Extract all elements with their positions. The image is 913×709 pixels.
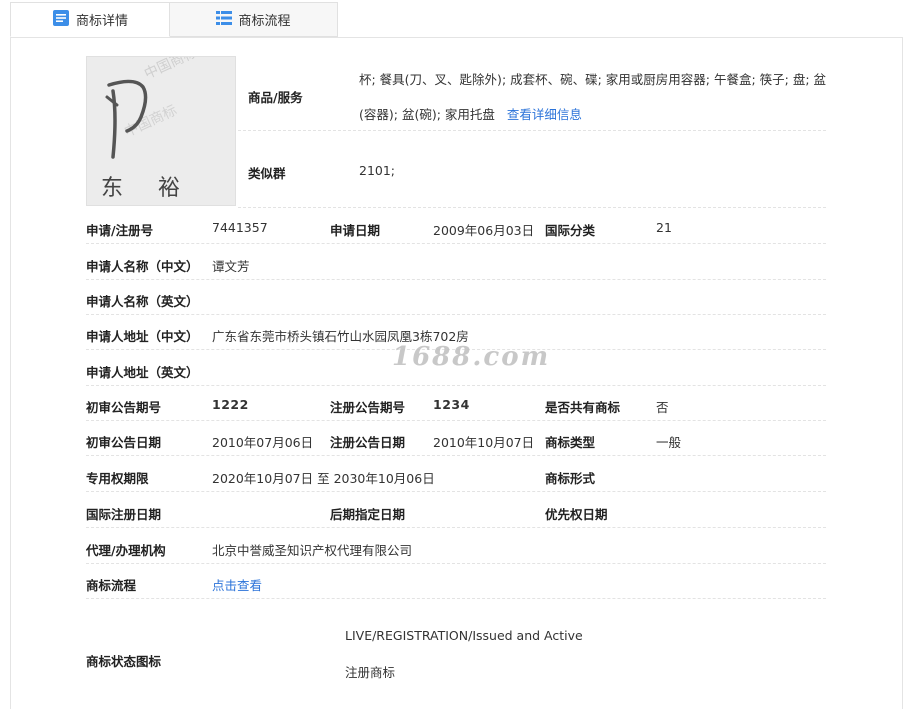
divider [86, 385, 826, 386]
similar-group-value: 2101; [359, 163, 396, 178]
similar-group-label: 类似群 [248, 166, 286, 181]
goods-label: 商品/服务 [248, 90, 303, 105]
later-designation-label: 后期指定日期 [330, 507, 406, 522]
shared-label: 是否共有商标 [545, 400, 621, 415]
view-details-link[interactable]: 查看详细信息 [507, 107, 582, 122]
divider [86, 491, 826, 492]
goods-text: (容器); 盆(碗); 家用托盘 [359, 107, 495, 122]
tm-type-label: 商标类型 [545, 435, 596, 450]
address-cn-label: 申请人地址（中文） [86, 329, 199, 344]
app-date-label: 申请日期 [330, 223, 381, 238]
flow-label: 商标流程 [86, 578, 137, 593]
goods-value-line2: (容器); 盆(碗); 家用托盘 查看详细信息 [359, 104, 582, 123]
exclusive-period-label: 专用权期限 [86, 471, 149, 486]
intl-class-value: 21 [656, 220, 672, 235]
agency-value: 北京中誉威圣知识产权代理有限公司 [212, 543, 413, 558]
prelim-no-label: 初审公告期号 [86, 400, 162, 415]
divider [86, 563, 826, 564]
tab-label: 商标详情 [75, 14, 128, 29]
reg-notice-no-label: 注册公告期号 [330, 400, 406, 415]
applicant-en-label: 申请人名称（英文） [86, 294, 199, 309]
exclusive-period-value: 2020年10月07日 至 2030年10月06日 [212, 471, 435, 486]
applicant-cn-label: 申请人名称（中文） [86, 259, 199, 274]
logo-watermark: 中国商标 [142, 57, 200, 83]
flow-view-link[interactable]: 点击查看 [212, 575, 262, 594]
tab-trademark-details[interactable]: 商标详情 [10, 2, 170, 37]
tab-label: 商标流程 [238, 14, 291, 29]
divider [86, 279, 826, 280]
prelim-no-value: 1222 [212, 397, 249, 412]
divider [86, 455, 826, 456]
status-value-cn: 注册商标 [345, 665, 396, 680]
divider [86, 420, 826, 421]
address-en-label: 申请人地址（英文） [86, 365, 199, 380]
reg-no-label: 申请/注册号 [86, 223, 154, 238]
agency-label: 代理/办理机构 [86, 543, 166, 558]
applicant-cn-value: 谭文芳 [212, 259, 250, 274]
reg-notice-no-value: 1234 [433, 397, 470, 412]
prelim-date-label: 初审公告日期 [86, 435, 162, 450]
priority-date-label: 优先权日期 [545, 507, 608, 522]
reg-notice-date-value: 2010年10月07日 [433, 435, 535, 450]
shared-value: 否 [656, 400, 669, 415]
divider [238, 207, 826, 208]
goods-value-line1: 杯; 餐具(刀、叉、匙除外); 成套杯、碗、碟; 家用或厨房用容器; 午餐盒; … [359, 72, 827, 87]
trademark-logo: 中国商标 中国商标 东 裕 [86, 44, 236, 206]
app-date-value: 2009年06月03日 [433, 223, 535, 238]
list-icon [216, 10, 233, 30]
tm-form-label: 商标形式 [545, 471, 596, 486]
status-label: 商标状态图标 [86, 654, 162, 669]
divider [86, 527, 826, 528]
divider [86, 598, 826, 599]
site-watermark: 1688.com [392, 342, 551, 372]
logo-watermark: 中国商标 [122, 102, 180, 140]
reg-notice-date-label: 注册公告日期 [330, 435, 406, 450]
prelim-date-value: 2010年07月06日 [212, 435, 314, 450]
divider [86, 314, 826, 315]
status-value-en: LIVE/REGISTRATION/Issued and Active [345, 628, 583, 643]
intl-reg-date-label: 国际注册日期 [86, 507, 162, 522]
tm-type-value: 一般 [656, 435, 682, 450]
divider [86, 243, 826, 244]
tab-trademark-flow[interactable]: 商标流程 [170, 2, 338, 37]
logo-text: 东 裕 [101, 176, 194, 201]
reg-no-value: 7441357 [212, 220, 268, 235]
intl-class-label: 国际分类 [545, 223, 596, 238]
document-icon [52, 9, 70, 31]
divider [238, 130, 826, 131]
